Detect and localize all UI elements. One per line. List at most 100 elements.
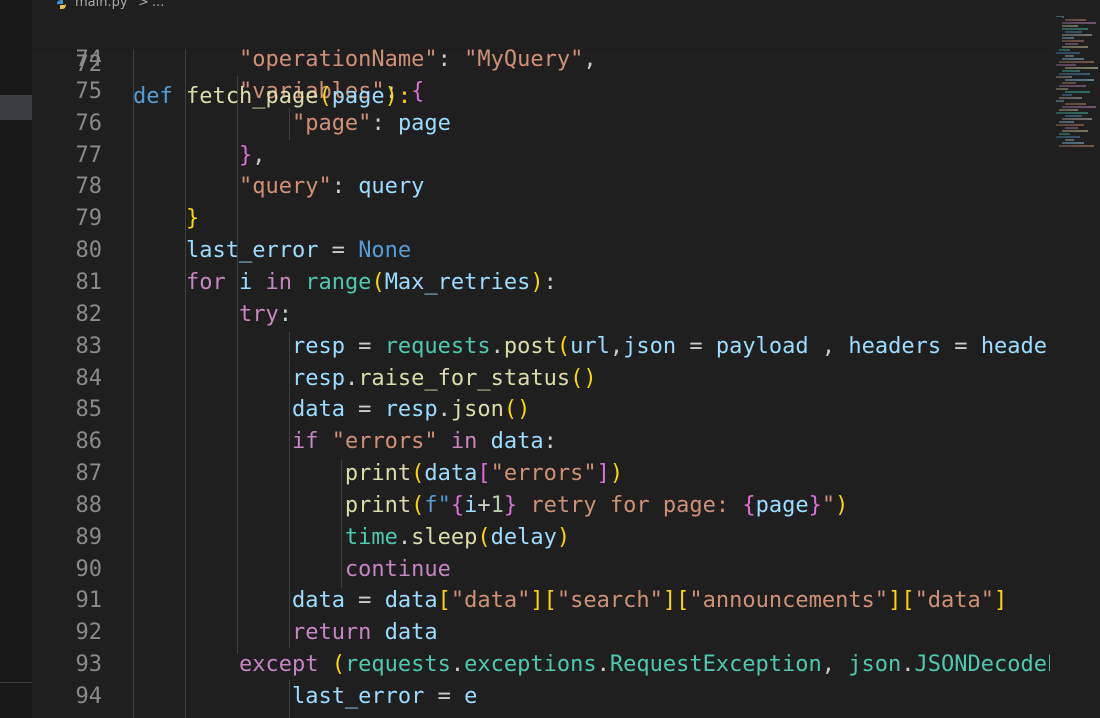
- minimap-line: [1056, 136, 1080, 138]
- code-token: ): [835, 492, 849, 518]
- code-line[interactable]: 94 last_error = e: [32, 681, 1062, 713]
- python-icon: [56, 0, 67, 9]
- code-token: resp: [291, 333, 345, 359]
- code-line[interactable]: 78 "query": query: [32, 171, 1062, 203]
- code-line[interactable]: 87 print(data["errors"]): [32, 458, 1062, 490]
- code-token: .: [490, 333, 504, 359]
- minimap-line: [1062, 118, 1092, 120]
- minimap-line: [1056, 124, 1084, 126]
- code-line[interactable]: 93 except (requests.exceptions.RequestEx…: [32, 649, 1063, 681]
- code-token: ): [530, 269, 544, 295]
- code-token: in: [437, 429, 491, 455]
- code-token: [: [676, 588, 690, 614]
- code-token: ): [556, 524, 571, 550]
- code-text: if "errors" in data:: [133, 426, 557, 458]
- code-line[interactable]: 84 resp.raise_for_status(): [32, 363, 1062, 395]
- line-number: 82: [75, 301, 103, 327]
- code-token: data: [291, 397, 345, 423]
- code-text: except (requests.exceptions.RequestExcep…: [133, 649, 1062, 681]
- code-line[interactable]: 90 continue: [32, 554, 1062, 586]
- minimap-line: [1065, 79, 1094, 81]
- code-token: ]: [530, 588, 544, 614]
- code-token: data: [384, 588, 438, 614]
- code-line[interactable]: 83 resp = requests.post(url,json = paylo…: [32, 331, 1063, 363]
- code-token: ]: [596, 461, 610, 487]
- code-token: :: [371, 110, 398, 136]
- code-token: "errors": [331, 429, 438, 455]
- activity-item-selected[interactable]: [0, 95, 32, 120]
- code-token: }: [185, 206, 200, 232]
- code-token: (): [503, 397, 531, 423]
- code-token: requests: [384, 333, 491, 359]
- minimap-line: [1056, 76, 1072, 78]
- minimap-line: [1059, 49, 1070, 51]
- code-token: ": [821, 492, 836, 518]
- code-line[interactable]: 89 time.sleep(delay): [32, 522, 1062, 554]
- code-line[interactable]: 81 for i in range(Max_retries):: [32, 267, 1062, 299]
- code-token: delay: [490, 524, 557, 550]
- code-line[interactable]: 88 print(f"{i+1} retry for page: {page}"…: [32, 490, 1062, 522]
- code-token: e: [464, 684, 478, 709]
- code-token: +: [477, 492, 491, 518]
- code-line[interactable]: 85 data = resp.json(): [32, 394, 1062, 426]
- breadcrumb-more[interactable]: ...: [152, 0, 164, 9]
- minimap-line: [1065, 139, 1074, 141]
- code-line[interactable]: 92 return data: [32, 617, 1062, 649]
- minimap-line: [1062, 94, 1072, 96]
- code-token: (: [477, 524, 491, 550]
- code-token: json: [623, 333, 677, 359]
- code-line[interactable]: 80 last_error = None: [32, 235, 1062, 267]
- code-token: [: [543, 588, 557, 614]
- code-line[interactable]: 82 try:: [32, 299, 1062, 331]
- minimap-line: [1062, 130, 1088, 132]
- code-token: :: [437, 47, 465, 72]
- minimap[interactable]: [1050, 0, 1100, 718]
- code-text: }: [133, 203, 199, 235]
- sticky-scroll-line[interactable]: 72 def fetch_page(page):: [32, 17, 1062, 109]
- breadcrumb-file[interactable]: main.py: [75, 0, 128, 9]
- minimap-line: [1062, 82, 1076, 84]
- code-token: ,: [252, 142, 266, 168]
- code-editor[interactable]: 72 def fetch_page(page): 74 "operationNa…: [32, 0, 1062, 718]
- code-text: return data: [133, 617, 438, 649]
- minimap-line: [1056, 64, 1076, 66]
- code-token: 1: [490, 492, 504, 518]
- line-number: 92: [75, 620, 103, 646]
- code-token: "MyQuery": [464, 47, 584, 72]
- code-text: try:: [133, 299, 292, 331]
- code-token: (: [318, 84, 332, 109]
- code-token: last_error: [291, 684, 425, 709]
- code-token: }: [238, 142, 253, 168]
- code-token: fetch_page: [185, 84, 319, 109]
- line-number: 78: [75, 174, 103, 200]
- line-number: 94: [75, 684, 103, 709]
- code-token: [: [901, 588, 915, 614]
- code-line[interactable]: 86 if "errors" in data:: [32, 426, 1062, 458]
- minimap-line: [1059, 85, 1086, 87]
- code-token: (: [371, 269, 385, 295]
- code-token: if: [291, 429, 332, 455]
- breadcrumb[interactable]: main.py > ...: [32, 0, 1062, 14]
- code-line[interactable]: 77 },: [32, 140, 1062, 172]
- code-token: post: [503, 333, 557, 359]
- minimap-line: [1065, 67, 1098, 69]
- code-line[interactable]: 91 data = data["data"]["search"]["announ…: [32, 585, 1062, 617]
- code-token: page: [755, 492, 809, 518]
- code-token: .: [397, 524, 412, 550]
- code-token: return: [291, 620, 385, 646]
- code-token: Max_retries: [384, 269, 531, 295]
- line-number: 84: [75, 365, 103, 391]
- line-number: 90: [75, 556, 103, 582]
- code-line[interactable]: 79 }: [32, 203, 1062, 235]
- indent-guide: [133, 44, 134, 718]
- code-token: print: [344, 461, 412, 487]
- line-number: 89: [75, 524, 103, 550]
- code-token: {: [411, 78, 425, 104]
- minimap-line: [1065, 19, 1086, 21]
- code-token: :: [543, 269, 557, 295]
- code-token: headers: [848, 333, 942, 359]
